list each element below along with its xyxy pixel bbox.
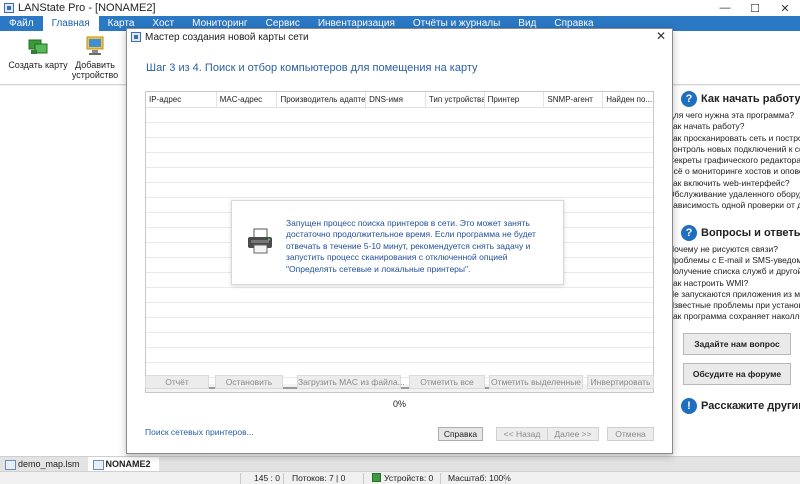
info-icon: ? xyxy=(681,91,697,107)
help-panel: ? Как начать работу? Для чего нужна эта … xyxy=(673,86,800,456)
device-status-icon xyxy=(372,473,381,482)
column-device-type[interactable]: Тип устройства xyxy=(426,92,485,107)
status-threads: Потоков: 7 | 0 xyxy=(292,473,346,483)
help-link[interactable]: Как настроить WMI? xyxy=(673,278,800,289)
printer-search-notice: Запущен процесс поиска принтеров в сети.… xyxy=(231,200,564,285)
help-section-share: ! Расскажите другим! xyxy=(673,395,800,417)
question-icon: ? xyxy=(681,224,697,241)
status-coords: 145 : 0 xyxy=(254,473,280,483)
column-mac[interactable]: MAC-адрес xyxy=(217,92,278,107)
help-link[interactable]: Зависимость одной проверки от другой... xyxy=(673,200,800,211)
dialog-title: Мастер создания новой карты сети xyxy=(145,31,309,43)
title-bar: LANState Pro - [NONAME2] — ☐ ✕ xyxy=(0,0,800,16)
help-link[interactable]: Получение списка служб и другой и... xyxy=(673,266,800,277)
document-tabs: demo_map.lsm NONAME2 xyxy=(0,456,800,471)
dialog-close-icon[interactable]: ✕ xyxy=(656,29,666,43)
wizard-step-title: Шаг 3 из 4. Поиск и отбор компьютеров дл… xyxy=(146,62,478,74)
help-section-title: Расскажите другим! xyxy=(701,399,800,412)
divider xyxy=(283,473,284,484)
help-section-title: Как начать работу? xyxy=(701,93,800,105)
next-button[interactable]: Далее >> xyxy=(547,427,599,441)
invert-selection-button[interactable]: Инвертировать xyxy=(587,375,654,389)
window-title: LANState Pro - [NONAME2] xyxy=(18,2,156,14)
help-link[interactable]: Контроль новых подключений к сети xyxy=(673,144,800,155)
help-section-getting-started: ? Как начать работу? xyxy=(673,88,800,110)
help-links-faq: Почему не рисуются связи? Проблемы с E-m… xyxy=(673,244,800,323)
window-controls: — ☐ ✕ xyxy=(710,0,800,16)
help-button[interactable]: Справка xyxy=(438,427,483,441)
divider xyxy=(363,473,364,484)
help-link[interactable]: Для чего нужна эта программа? xyxy=(673,110,800,121)
ask-question-button[interactable]: Задайте нам вопрос xyxy=(683,332,791,355)
help-link[interactable]: Секреты графического редактора xyxy=(673,155,800,166)
divider xyxy=(240,473,241,484)
grid-header: IP-адрес MAC-адрес Производитель адаптер… xyxy=(146,92,653,108)
divider xyxy=(505,473,506,484)
progress-percent: 0% xyxy=(393,399,407,409)
status-devices: Устройств: 0 xyxy=(372,473,433,483)
select-selected-button[interactable]: Отметить выделенные xyxy=(489,375,583,389)
grid-actions: Отчёт Остановить Загрузить MAC из файла.… xyxy=(145,375,654,389)
select-all-button[interactable]: Отметить все xyxy=(409,375,485,389)
column-vendor[interactable]: Производитель адаптера xyxy=(277,92,367,107)
help-link[interactable]: Почему не рисуются связи? xyxy=(673,244,800,255)
report-button[interactable]: Отчёт xyxy=(145,375,209,389)
help-link[interactable]: Как просканировать сеть и построить... xyxy=(673,133,800,144)
help-link[interactable]: Обслуживание удаленного оборудо... xyxy=(673,189,800,200)
stop-button[interactable]: Остановить xyxy=(215,375,283,389)
maximize-button[interactable]: ☐ xyxy=(740,0,770,16)
status-bar: 145 : 0 Потоков: 7 | 0 Устройств: 0 Масш… xyxy=(0,471,800,484)
close-button[interactable]: ✕ xyxy=(770,0,800,16)
menu-file[interactable]: Файл xyxy=(0,16,43,31)
printer-search-message: Запущен процесс поиска принтеров в сети.… xyxy=(286,218,536,274)
help-link[interactable]: Проблемы с E-mail и SMS-уведомле... xyxy=(673,255,800,266)
minimize-button[interactable]: — xyxy=(710,0,740,16)
help-link[interactable]: Известные проблемы при установке... xyxy=(673,300,800,311)
column-printer[interactable]: Принтер xyxy=(485,92,545,107)
add-device-label-line1: Добавить xyxy=(75,60,115,70)
search-printers-status: Поиск сетевых принтеров... xyxy=(145,427,254,437)
column-found-by[interactable]: Найден по... xyxy=(603,92,653,107)
column-dns[interactable]: DNS-имя xyxy=(366,92,426,107)
forum-button[interactable]: Обсудите на форуме xyxy=(683,362,791,385)
help-links-getting-started: Для чего нужна эта программа? Как начать… xyxy=(673,110,800,212)
help-link[interactable]: Не запускаются приложения из мен... xyxy=(673,289,800,300)
map-canvas[interactable] xyxy=(0,86,126,456)
tab-demo-map[interactable]: demo_map.lsm xyxy=(0,457,88,471)
help-link[interactable]: Всё о мониторинге хостов и оповещ... xyxy=(673,166,800,177)
new-map-wizard-dialog: Мастер создания новой карты сети ✕ Шаг 3… xyxy=(126,28,673,454)
status-devices-label: Устройств: 0 xyxy=(384,473,434,483)
add-device-button[interactable]: Добавить устройство xyxy=(65,35,125,80)
create-map-icon xyxy=(28,39,48,54)
share-icon: ! xyxy=(681,397,697,414)
add-device-label-line2: устройство xyxy=(71,70,119,80)
printer-icon xyxy=(248,228,272,254)
add-device-icon xyxy=(86,36,104,55)
dialog-icon xyxy=(131,32,141,42)
help-section-faq: ? Вопросы и ответы xyxy=(673,222,800,244)
tab-noname2[interactable]: NONAME2 xyxy=(87,457,159,471)
help-section-title: Вопросы и ответы xyxy=(701,226,800,239)
back-button[interactable]: << Назад xyxy=(496,427,548,441)
create-map-button[interactable]: Создать карту xyxy=(8,35,68,70)
cancel-button[interactable]: Отмена xyxy=(607,427,654,441)
create-map-label: Создать карту xyxy=(8,60,68,70)
help-link[interactable]: Как включить web-интерфейс? xyxy=(673,178,800,189)
column-ip[interactable]: IP-адрес xyxy=(146,92,217,107)
load-mac-button[interactable]: Загрузить MAC из файла... xyxy=(297,375,405,389)
menu-home[interactable]: Главная xyxy=(42,16,99,31)
dialog-title-bar: Мастер создания новой карты сети ✕ xyxy=(127,29,672,45)
divider xyxy=(440,473,441,484)
help-link[interactable]: Как программа сохраняет наколле... xyxy=(673,311,800,322)
app-icon xyxy=(4,3,14,13)
help-link[interactable]: Как начать работу? xyxy=(673,121,800,132)
column-snmp[interactable]: SNMP-агент xyxy=(544,92,604,107)
status-zoom: Масштаб: 100% xyxy=(448,473,511,483)
